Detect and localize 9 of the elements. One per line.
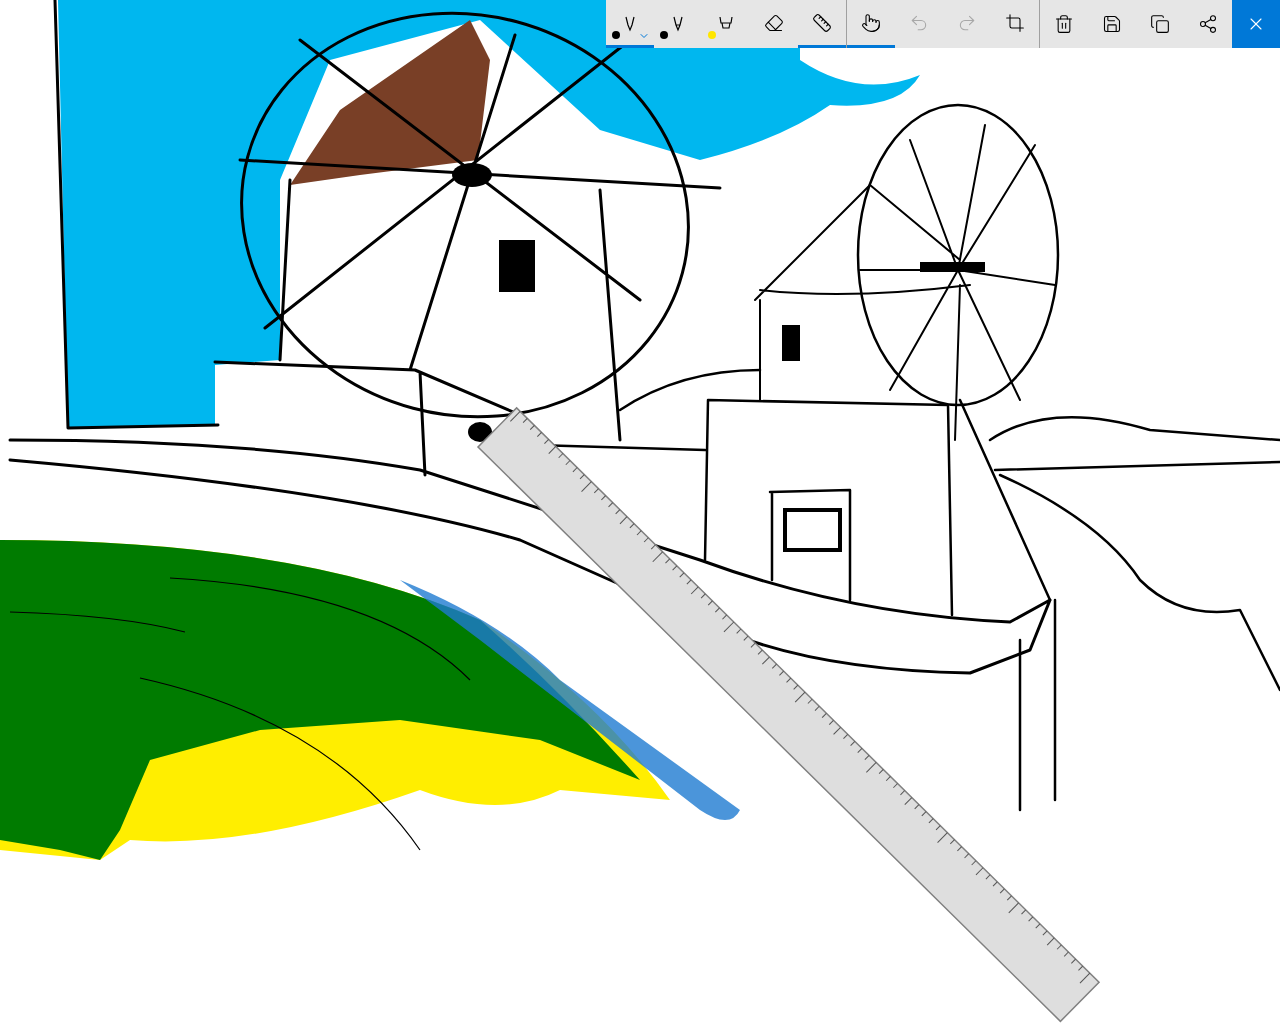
ruler-icon <box>812 12 832 33</box>
crop-icon <box>1005 12 1025 33</box>
touch-writing-icon <box>861 12 881 33</box>
share-icon <box>1198 14 1218 34</box>
eraser-icon <box>764 12 784 33</box>
delete-icon <box>1054 14 1074 34</box>
copy-icon <box>1150 14 1170 34</box>
save-icon <box>1102 14 1122 34</box>
canvas[interactable] <box>0 0 1280 1024</box>
